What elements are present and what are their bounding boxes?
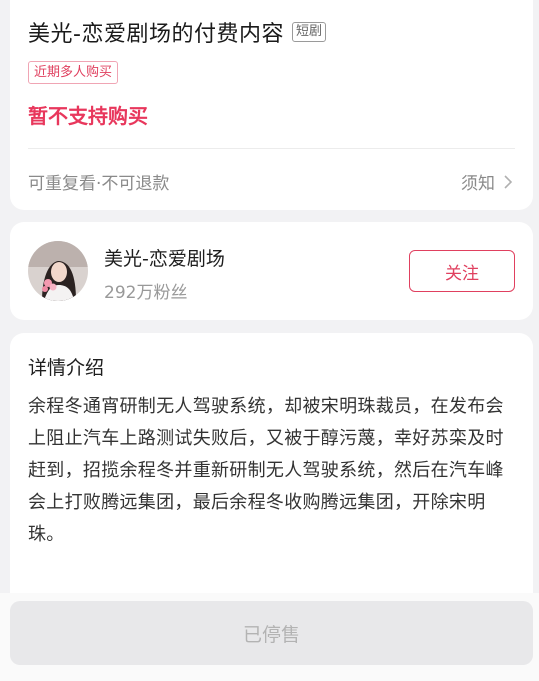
avatar[interactable] [28, 241, 88, 301]
sold-out-button[interactable]: 已停售 [10, 601, 533, 665]
author-card[interactable]: 美光-恋爱剧场 292万粉丝 关注 [10, 222, 533, 320]
bottom-bar: 已停售 [0, 593, 539, 681]
refund-policy: 可重复看·不可退款 [28, 174, 170, 194]
detail-description: 余程冬通宵研制无人驾驶系统，却被宋明珠裁员，在发布会上阻止汽车上路测试失败后，又… [28, 396, 504, 545]
avatar-image [28, 241, 88, 301]
title-row: 美光-恋爱剧场的付费内容 短剧 [28, 16, 326, 48]
divider [28, 148, 515, 149]
type-tag: 短剧 [291, 22, 326, 42]
hot-badge: 近期多人购买 [28, 61, 119, 84]
product-card: 美光-恋爱剧场的付费内容 短剧 近期多人购买 暂不支持购买 可重复看·不可退款 … [10, 0, 533, 210]
notice-link[interactable]: 须知 [461, 169, 515, 194]
fan-count: 292万粉丝 [104, 283, 188, 303]
follow-button[interactable]: 关注 [409, 250, 515, 292]
notice-label: 须知 [461, 174, 495, 194]
purchase-status: 暂不支持购买 [28, 104, 148, 128]
chevron-right-icon [504, 174, 513, 189]
detail-card: 详情介绍 余程冬通宵研制无人驾驶系统，却被宋明珠裁员，在发布会上阻止汽车上路测试… [10, 333, 533, 593]
product-title: 美光-恋爱剧场的付费内容 [28, 22, 284, 47]
detail-heading: 详情介绍 [28, 357, 105, 379]
author-name[interactable]: 美光-恋爱剧场 [104, 244, 225, 271]
